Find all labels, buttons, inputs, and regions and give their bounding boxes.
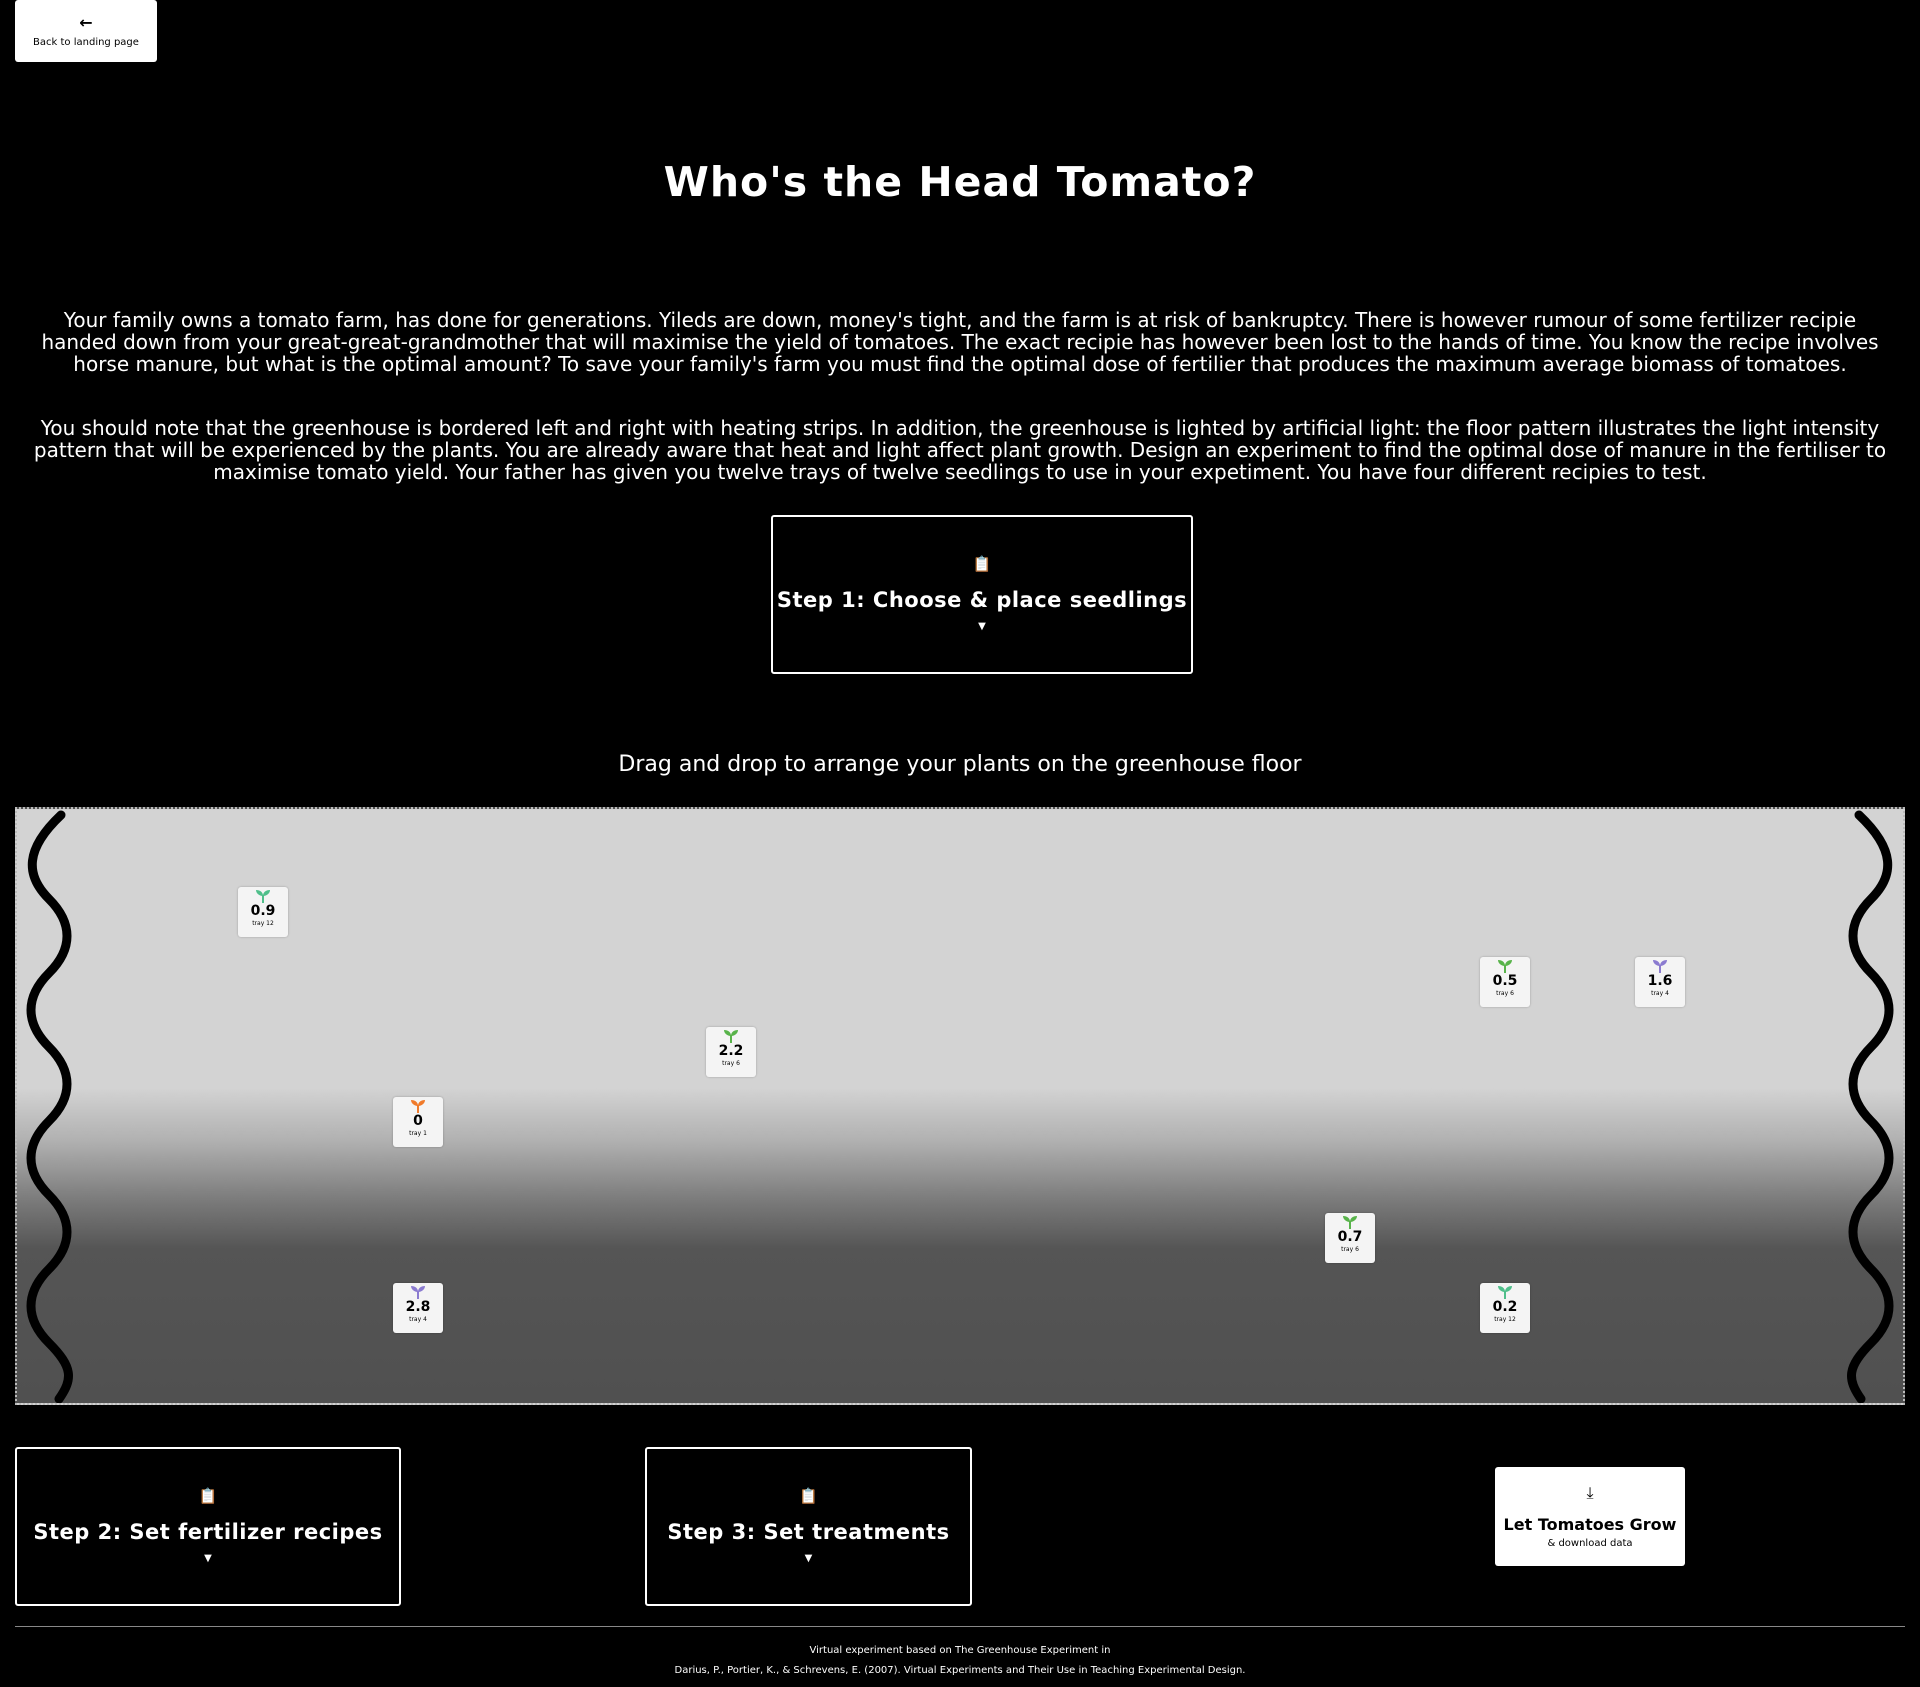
sprout-icon — [411, 1286, 425, 1299]
plant-card[interactable]: 0 tray 1 — [393, 1097, 443, 1147]
sprout-icon — [1498, 1286, 1512, 1299]
sprout-icon — [1498, 960, 1512, 973]
plant-card[interactable]: 0.2 tray 12 — [1480, 1283, 1530, 1333]
plant-value: 0.7 — [1337, 1229, 1363, 1245]
plant-value: 2.2 — [718, 1043, 744, 1059]
back-to-landing-button[interactable]: ← Back to landing page — [15, 0, 157, 62]
grow-button-label: Let Tomatoes Grow — [1503, 1514, 1677, 1534]
clipboard-icon: 📋 — [198, 1487, 218, 1505]
step3-dropdown-button[interactable]: 📋 Step 3: Set treatments ▼ — [645, 1447, 972, 1606]
plant-card[interactable]: 2.2 tray 6 — [706, 1027, 756, 1077]
drag-hint: Drag and drop to arrange your plants on … — [618, 752, 1302, 777]
sprout-icon — [724, 1030, 738, 1043]
footer-divider — [15, 1626, 1905, 1627]
plant-tray-label: tray 4 — [409, 1316, 427, 1323]
let-tomatoes-grow-button[interactable]: ⤓ Let Tomatoes Grow & download data — [1495, 1467, 1685, 1566]
sprout-icon — [1653, 960, 1667, 973]
step3-label: Step 3: Set treatments — [667, 1520, 950, 1544]
greenhouse-floor[interactable]: 0.9 tray 12 0.5 tray 6 1.6 tray 4 2.2 tray 6 0 tr… — [15, 807, 1905, 1405]
plant-card[interactable]: 0.7 tray 6 — [1325, 1213, 1375, 1263]
clipboard-icon: 📋 — [972, 555, 992, 573]
page-title: Who's the Head Tomato? — [663, 158, 1257, 206]
plant-tray-label: tray 1 — [409, 1130, 427, 1137]
plant-card[interactable]: 2.8 tray 4 — [393, 1283, 443, 1333]
plant-card[interactable]: 1.6 tray 4 — [1635, 957, 1685, 1007]
sprout-icon — [411, 1100, 425, 1113]
intro-paragraph-2: You should note that the greenhouse is b… — [33, 416, 1887, 484]
plant-tray-label: tray 6 — [1496, 990, 1514, 997]
step2-dropdown-button[interactable]: 📋 Step 2: Set fertilizer recipes ▼ — [15, 1447, 401, 1606]
heating-strip-left — [26, 810, 73, 1403]
plant-tray-label: tray 4 — [1651, 990, 1669, 997]
caret-down-icon: ▼ — [204, 1553, 212, 1564]
plant-tray-label: tray 6 — [722, 1060, 740, 1067]
step2-label: Step 2: Set fertilizer recipes — [33, 1520, 383, 1544]
plant-value: 1.6 — [1647, 973, 1673, 989]
plant-tray-label: tray 6 — [1341, 1246, 1359, 1253]
heating-strip-right — [1847, 810, 1894, 1403]
clipboard-icon: 📋 — [799, 1487, 818, 1505]
page: ← Back to landing page Who's the Head To… — [0, 0, 1920, 1687]
arrow-left-icon: ← — [79, 12, 93, 32]
footer-line-2: Darius, P., Portier, K., & Schrevens, E.… — [674, 1665, 1246, 1676]
plant-tray-label: tray 12 — [1494, 1316, 1516, 1323]
footer-line-1: Virtual experiment based on The Greenhou… — [809, 1645, 1111, 1656]
caret-down-icon: ▼ — [804, 1553, 813, 1564]
back-to-landing-label: Back to landing page — [33, 36, 139, 48]
plant-card[interactable]: 0.5 tray 6 — [1480, 957, 1530, 1007]
step1-label: Step 1: Choose & place seedlings — [776, 588, 1188, 612]
sprout-icon — [1343, 1216, 1357, 1229]
plant-value: 0.2 — [1492, 1299, 1518, 1315]
step1-dropdown-button[interactable]: 📋 Step 1: Choose & place seedlings ▼ — [771, 515, 1193, 674]
plant-value: 0.9 — [250, 903, 276, 919]
plant-tray-label: tray 12 — [252, 920, 274, 927]
plant-card[interactable]: 0.9 tray 12 — [238, 887, 288, 937]
plant-value: 2.8 — [405, 1299, 431, 1315]
plant-value: 0.5 — [1492, 973, 1518, 989]
plant-value: 0 — [413, 1113, 423, 1129]
caret-down-icon: ▼ — [978, 621, 986, 632]
grow-button-sublabel: & download data — [1547, 1537, 1633, 1549]
sprout-icon — [256, 890, 270, 903]
download-icon: ⤓ — [1586, 1482, 1594, 1502]
intro-paragraph-1: Your family owns a tomato farm, has done… — [41, 308, 1879, 376]
